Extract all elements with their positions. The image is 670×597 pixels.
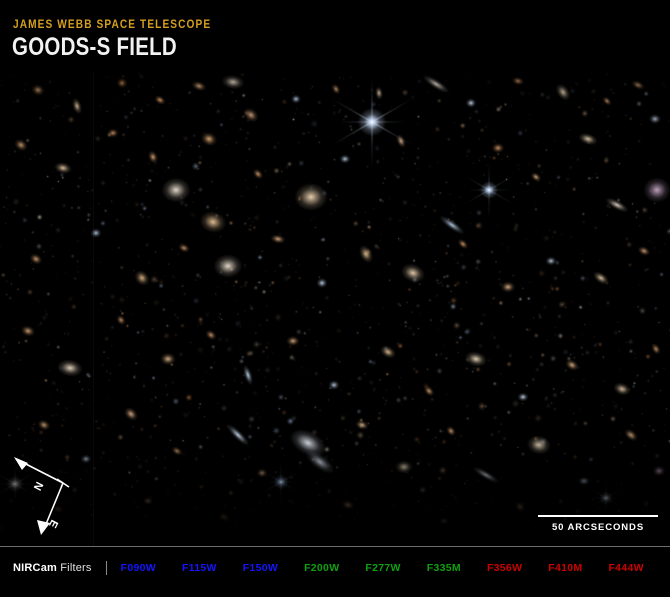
filter-divider — [105, 561, 107, 575]
deep-field-image: N E 50 ARCSECONDS — [0, 73, 670, 546]
filters-title: NIRCam Filters — [13, 562, 92, 574]
filter-chip-f356w[interactable]: F356W — [487, 562, 522, 574]
filter-chip-f090w[interactable]: F090W — [121, 562, 156, 574]
filters-title-bold: NIRCam — [13, 562, 57, 574]
filter-chip-f200w[interactable]: F200W — [304, 562, 339, 574]
sky-field-canvas — [0, 73, 670, 546]
filter-chip-list: F090W F115W F150W F200W F277W F335M F356W F410M… — [121, 562, 644, 574]
filter-chip-f115w[interactable]: F115W — [182, 562, 217, 574]
page-title: GOODS-S FIELD — [12, 33, 177, 61]
filter-chip-f150w[interactable]: F150W — [243, 562, 278, 574]
filter-chip-f444w[interactable]: F444W — [608, 562, 643, 574]
filter-chip-f277w[interactable]: F277W — [365, 562, 400, 574]
scale-bar-line — [538, 515, 658, 517]
filter-chip-f410m[interactable]: F410M — [548, 562, 582, 574]
filter-chip-f335m[interactable]: F335M — [427, 562, 461, 574]
scale-bar: 50 ARCSECONDS — [538, 515, 658, 533]
footer: NIRCam Filters F090W F115W F150W F200W F277W… — [0, 547, 670, 597]
jwst-image-viewer: JAMES WEBB SPACE TELESCOPE GOODS-S FIELD… — [0, 0, 670, 597]
scale-bar-label: 50 ARCSECONDS — [551, 522, 645, 533]
mission-label: JAMES WEBB SPACE TELESCOPE — [13, 19, 212, 31]
filters-title-rest: Filters — [57, 562, 92, 574]
filter-legend: NIRCam Filters F090W F115W F150W F200W F277W… — [13, 561, 644, 575]
header: JAMES WEBB SPACE TELESCOPE GOODS-S FIELD — [0, 0, 670, 73]
